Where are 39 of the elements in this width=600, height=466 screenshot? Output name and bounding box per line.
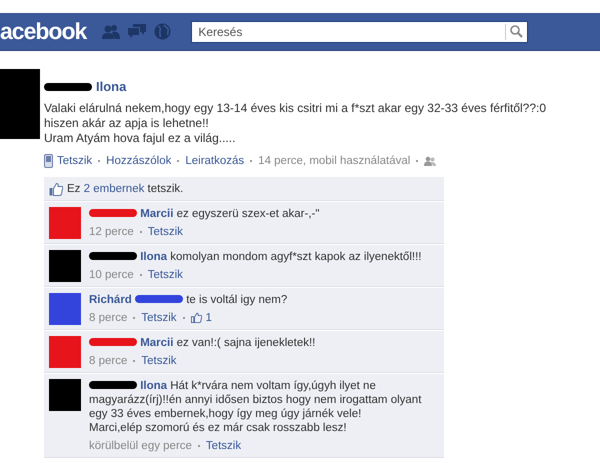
comment-time: körülbelül egy perce: [89, 438, 192, 452]
comment-time: 8 perce: [89, 310, 128, 324]
friends-icon[interactable]: [102, 24, 120, 40]
like-link[interactable]: Tetszik: [206, 438, 242, 452]
action-link[interactable]: Hozzászólok: [106, 154, 172, 168]
likes-sentence: Ez 2 embernek tetszik.: [67, 182, 184, 196]
like-count[interactable]: 1: [190, 310, 212, 324]
likes-link[interactable]: 2 embernek: [84, 182, 144, 194]
comment-text: Ilona Hát k*rvára nem voltam így,úgyh ilyet ne magyarázz(írj)!!én annyi idősen biztos hogy nem irogattam olyant egy 33 éves embernek,hogy így meg úgy járnék vele! Marci,elép szomorú és ez már csak rosszabb lesz!: [89, 378, 422, 434]
commenter-name[interactable]: Ilona: [140, 380, 168, 392]
logo[interactable]: acebook: [0, 20, 86, 43]
like-link[interactable]: Tetszik: [148, 224, 183, 238]
like-link[interactable]: Tetszik: [141, 310, 177, 324]
globe-icon[interactable]: [154, 23, 172, 40]
action-link[interactable]: Leiratkozás: [185, 154, 244, 168]
search-field[interactable]: Keresés: [191, 20, 528, 42]
commenter-name[interactable]: Richárd: [89, 294, 132, 306]
commenter-name[interactable]: Marcii: [140, 208, 174, 220]
commenter-name[interactable]: Ilona: [140, 250, 168, 262]
like-link[interactable]: Tetszik: [148, 268, 183, 282]
action-link[interactable]: Tetszik: [57, 154, 92, 168]
post-time: 14 perce, mobil használatával: [258, 154, 410, 168]
comment-text: Ilona komolyan mondom agyf*szt kapok az ilyenektől!!!: [89, 250, 422, 264]
comment-time: 10 perce: [89, 268, 134, 282]
comment-text: Richárd te is voltál igy nem?: [89, 292, 288, 306]
messages-icon[interactable]: [128, 24, 146, 40]
friends-icon: [424, 156, 436, 166]
commenter-name[interactable]: Marcii: [140, 336, 174, 348]
comment-text: Marcii ez van!:( sajna ijenekletek!!: [89, 336, 316, 350]
mobile-phone-icon: [44, 154, 53, 168]
comment-text: Marcii ez egyszerü szex-et akar-,-": [89, 206, 320, 220]
thumbs-up-icon: [49, 182, 63, 196]
comment-time: 8 perce: [89, 354, 128, 368]
thumbs-up-icon: [190, 312, 202, 323]
author-name[interactable]: Ilona: [96, 77, 126, 96]
comment-time: 12 perce: [89, 224, 134, 238]
search-icon: [510, 25, 524, 38]
post-text: Valaki elárulná nekem,hogy egy 13-14 éves kis csitri mi a f*szt akar egy 32-33 éves férfitől??:0 hiszen akár az apja is lehetne!! Uram Atyám hova fajul ez a világ.....: [44, 100, 548, 146]
like-link[interactable]: Tetszik: [141, 354, 177, 368]
